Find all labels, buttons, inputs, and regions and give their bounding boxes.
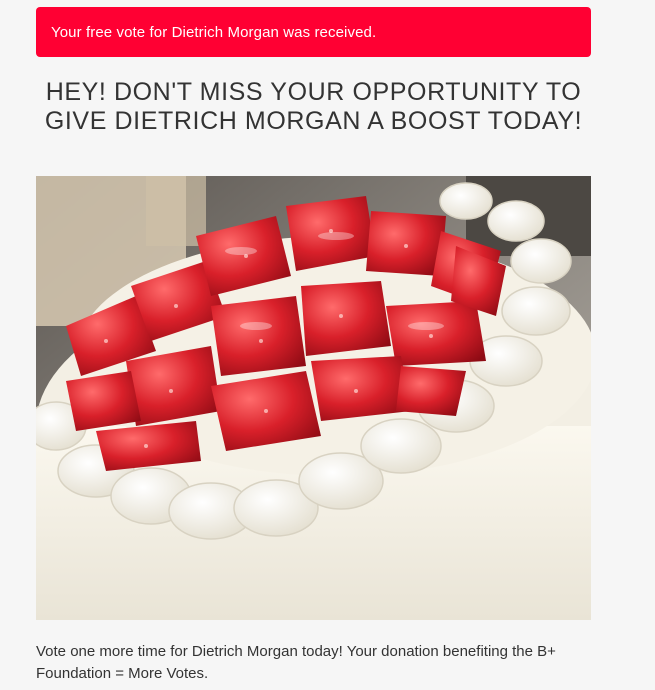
page-headline: HEY! DON'T MISS YOUR OPPORTUNITY TO GIVE… — [44, 78, 583, 135]
vote-received-alert: Your free vote for Dietrich Morgan was r… — [36, 7, 591, 57]
vote-again-message: Vote one more time for Dietrich Morgan t… — [36, 643, 556, 682]
page: Your free vote for Dietrich Morgan was r… — [0, 0, 655, 690]
cake-illustration — [36, 176, 591, 620]
alert-message: Your free vote for Dietrich Morgan was r… — [51, 23, 377, 41]
strawberry-cake-photo — [36, 176, 591, 620]
